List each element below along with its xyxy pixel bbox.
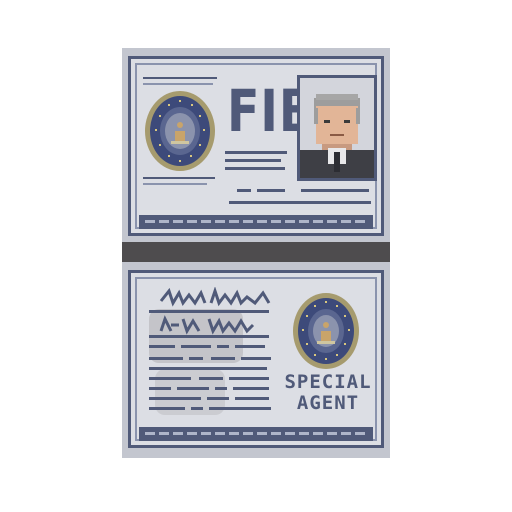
text-line — [143, 83, 213, 85]
text-line — [149, 407, 185, 410]
text-line — [229, 201, 371, 204]
text-line — [143, 183, 207, 185]
text-line — [149, 387, 171, 390]
badge-title: SPECIAL AGENT — [284, 371, 372, 414]
signature-rule — [149, 335, 269, 338]
signature-rule — [149, 310, 269, 313]
text-line — [199, 377, 223, 380]
text-line — [149, 357, 183, 360]
text-line — [149, 367, 267, 370]
agent-badge-wallet: FIB SPECIAL AGENT — [122, 48, 390, 458]
text-line — [301, 189, 369, 192]
text-line — [189, 357, 203, 360]
text-line — [149, 345, 175, 348]
text-line — [143, 77, 217, 79]
agency-seal-icon — [145, 91, 215, 171]
text-line — [149, 397, 201, 400]
text-line — [237, 189, 251, 192]
text-line — [209, 407, 271, 410]
text-line — [225, 159, 281, 162]
text-line — [257, 189, 285, 192]
text-line — [215, 387, 227, 390]
id-card: FIB — [128, 56, 384, 236]
text-line — [177, 387, 209, 390]
text-line — [149, 377, 191, 380]
text-line — [225, 167, 285, 170]
text-line — [181, 345, 211, 348]
text-line — [207, 397, 229, 400]
card-footer-bar — [139, 215, 373, 229]
text-line — [191, 407, 203, 410]
text-line — [235, 345, 265, 348]
text-line — [225, 151, 287, 154]
wallet-fold — [122, 242, 390, 262]
card-footer-bar — [139, 427, 373, 441]
text-line — [233, 387, 269, 390]
text-line — [229, 377, 269, 380]
agency-seal-icon — [293, 293, 359, 369]
text-line — [235, 397, 269, 400]
agent-portrait — [297, 75, 377, 181]
text-line — [143, 177, 215, 179]
badge-card: SPECIAL AGENT — [128, 270, 384, 448]
text-line — [211, 357, 235, 360]
text-line — [217, 345, 229, 348]
text-line — [241, 357, 271, 360]
